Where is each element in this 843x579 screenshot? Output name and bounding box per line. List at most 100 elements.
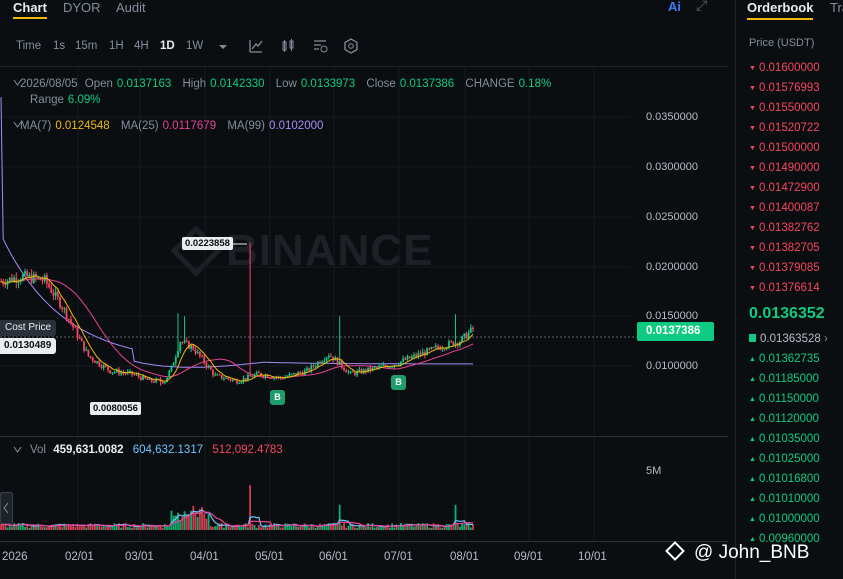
candle-body bbox=[399, 361, 402, 365]
volume-bar bbox=[207, 514, 210, 530]
volume-bar bbox=[244, 523, 247, 530]
collapse-arrow-icon[interactable] bbox=[13, 121, 22, 129]
tab-chart[interactable]: Chart bbox=[13, 0, 47, 19]
indicator-line-icon[interactable] bbox=[248, 38, 264, 54]
chevron-down-icon[interactable] bbox=[217, 42, 233, 58]
tab-trades[interactable]: Tra bbox=[830, 0, 843, 15]
ask-price-row[interactable]: ▼ 0.01376614 bbox=[749, 282, 820, 294]
candle-body bbox=[192, 345, 195, 350]
bid-price-row[interactable]: ▲ 0.01185000 bbox=[749, 373, 819, 385]
arrow-up-icon: ▲ bbox=[749, 476, 756, 483]
ask-price-row[interactable]: ▼ 0.01472900 bbox=[749, 182, 820, 194]
volume-bar bbox=[19, 524, 22, 530]
tab-audit[interactable]: Audit bbox=[116, 0, 146, 15]
orderbook-ref-price[interactable]: 0.01363528 › bbox=[749, 333, 828, 345]
candle-body bbox=[428, 348, 431, 350]
candle-body bbox=[96, 361, 99, 363]
bid-price-row[interactable]: ▲ 0.01120000 bbox=[749, 413, 819, 425]
interval-time[interactable]: Time bbox=[16, 40, 41, 52]
interval-1s[interactable]: 1s bbox=[53, 40, 65, 52]
arrow-down-icon: ▼ bbox=[749, 245, 756, 252]
collapse-arrow-icon[interactable] bbox=[13, 79, 22, 87]
volume-bar bbox=[85, 527, 88, 530]
candle-body bbox=[327, 355, 330, 358]
ma99-path bbox=[0, 97, 474, 368]
ask-price-row[interactable]: ▼ 0.01382705 bbox=[749, 242, 820, 254]
candle-body bbox=[432, 347, 435, 349]
interval-1d[interactable]: 1D bbox=[160, 40, 175, 52]
ask-price-row[interactable]: ▼ 0.01520722 bbox=[749, 122, 820, 134]
candle-body bbox=[325, 357, 328, 361]
candle-body bbox=[406, 356, 409, 360]
gear-icon[interactable] bbox=[343, 38, 359, 54]
volume-bar bbox=[163, 524, 166, 530]
volume-bar bbox=[225, 525, 227, 530]
candle-body bbox=[74, 327, 77, 329]
volume-bar bbox=[28, 527, 31, 530]
volume-bar bbox=[266, 527, 269, 530]
buy-badge[interactable]: B bbox=[270, 390, 285, 405]
bid-price-row[interactable]: ▲ 0.01150000 bbox=[749, 393, 819, 405]
candle-body bbox=[37, 277, 40, 279]
interval-1w[interactable]: 1W bbox=[186, 40, 203, 52]
ask-price-row[interactable]: ▼ 0.01379085 bbox=[749, 262, 820, 274]
volume-bar bbox=[104, 527, 107, 530]
collapse-arrow-icon[interactable] bbox=[13, 446, 22, 454]
volume-bar bbox=[102, 525, 105, 530]
ask-price-row[interactable]: ▼ 0.01490000 bbox=[749, 162, 820, 174]
bid-price-row[interactable]: ▲ 0.01016800 bbox=[749, 473, 820, 485]
volume-bar bbox=[194, 512, 197, 530]
ask-price-row[interactable]: ▼ 0.01382762 bbox=[749, 222, 820, 234]
candlestick-chart[interactable] bbox=[0, 67, 728, 551]
candle-body bbox=[207, 366, 210, 368]
cost-price-label[interactable]: Cost Price bbox=[0, 320, 56, 336]
interval-4h[interactable]: 4H bbox=[134, 40, 149, 52]
arrow-up-icon: ▲ bbox=[749, 456, 756, 463]
volume-bar bbox=[212, 526, 214, 530]
volume-bar bbox=[340, 525, 343, 530]
ma25-label: MA(25) bbox=[120, 120, 159, 132]
chart-settings-icon[interactable] bbox=[312, 38, 328, 54]
y-axis-label: 0.0300000 bbox=[646, 161, 698, 173]
candle-body bbox=[181, 342, 184, 344]
x-axis-label: 2026 bbox=[2, 551, 28, 563]
volume-bar bbox=[196, 516, 199, 530]
ask-price-row[interactable]: ▼ 0.01400087 bbox=[749, 202, 820, 214]
candle-body bbox=[299, 372, 302, 374]
candle-body bbox=[142, 375, 144, 380]
volume-bar bbox=[375, 526, 378, 530]
interval-15m[interactable]: 15m bbox=[75, 40, 97, 52]
scroll-handle[interactable] bbox=[0, 492, 13, 524]
expand-icon[interactable]: ⤢ bbox=[696, 0, 707, 14]
interval-1h[interactable]: 1H bbox=[109, 40, 124, 52]
candle-body bbox=[461, 336, 463, 343]
candle-body bbox=[218, 374, 221, 376]
candle-body bbox=[15, 277, 18, 283]
orderbook-price-header: Price (USDT) bbox=[749, 37, 815, 49]
volume-bar bbox=[222, 527, 225, 530]
candle-body bbox=[209, 366, 212, 370]
bid-price-row[interactable]: ▲ 0.01010000 bbox=[749, 493, 820, 505]
candle-type-icon[interactable] bbox=[280, 38, 296, 54]
bid-price-row[interactable]: ▲ 0.01035000 bbox=[749, 433, 820, 445]
arrow-down-icon: ▼ bbox=[749, 105, 756, 112]
tab-orderbook[interactable]: Orderbook bbox=[747, 0, 814, 20]
candle-body bbox=[345, 370, 348, 373]
ai-icon[interactable]: Ai bbox=[668, 0, 681, 14]
buy-badge[interactable]: B bbox=[391, 375, 406, 390]
ask-price-row[interactable]: ▼ 0.01576993 bbox=[749, 82, 820, 94]
bid-price-row[interactable]: ▲ 0.01362735 bbox=[749, 353, 820, 365]
y-axis-label: 0.0100000 bbox=[646, 360, 698, 372]
volume-bar bbox=[0, 524, 2, 530]
ask-price-row[interactable]: ▼ 0.01550000 bbox=[749, 102, 820, 114]
volume-bar bbox=[448, 524, 450, 530]
candle-body bbox=[78, 337, 81, 339]
bid-price-row[interactable]: ▲ 0.01025000 bbox=[749, 453, 820, 465]
ask-price-row[interactable]: ▼ 0.01600000 bbox=[749, 62, 820, 74]
tab-dyor[interactable]: DYOR bbox=[63, 0, 101, 15]
ma99-label: MA(99) bbox=[227, 120, 266, 132]
bid-price-row[interactable]: ▲ 0.01000000 bbox=[749, 513, 820, 525]
ma25-line bbox=[0, 278, 474, 379]
volume-bar bbox=[203, 513, 206, 530]
ask-price-row[interactable]: ▼ 0.01500000 bbox=[749, 142, 820, 154]
